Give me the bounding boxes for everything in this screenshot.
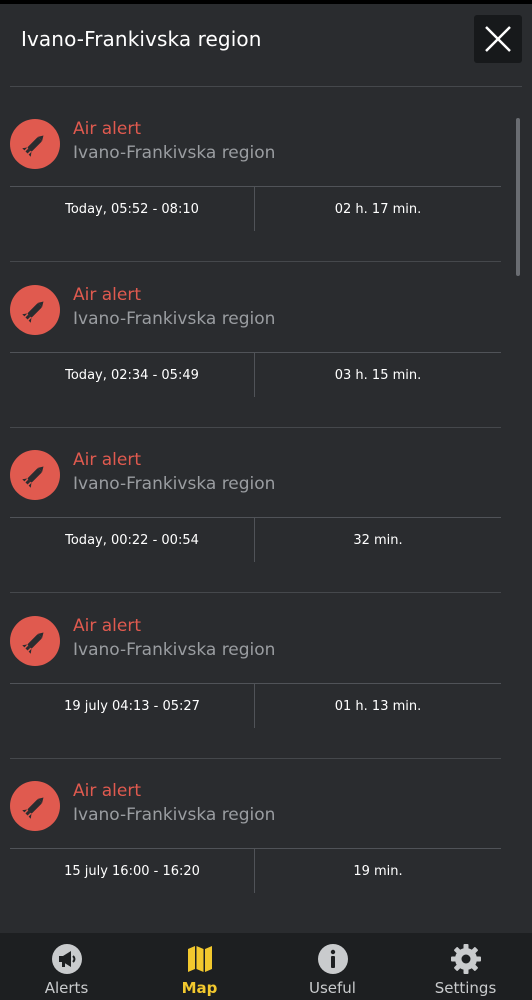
page-title: Ivano-Frankivska region bbox=[21, 27, 262, 51]
tab-label: Map bbox=[181, 979, 218, 997]
tab-label: Alerts bbox=[44, 979, 89, 997]
missile-icon bbox=[22, 797, 44, 819]
alert-time: 19 july 04:13 - 05:27 bbox=[64, 699, 200, 714]
alert-title: Air alert bbox=[73, 450, 141, 470]
alert-duration: 02 h. 17 min. bbox=[334, 202, 422, 217]
alert-time: Today, 02:34 - 05:49 bbox=[65, 368, 199, 383]
missile-icon bbox=[22, 301, 44, 323]
alert-avatar bbox=[10, 285, 60, 335]
divider bbox=[10, 186, 501, 187]
tab-map[interactable]: Map bbox=[133, 933, 266, 1000]
list-item[interactable]: Air alert Ivano-Frankivska region Today,… bbox=[10, 418, 501, 593]
alert-title: Air alert bbox=[73, 285, 141, 305]
alert-time: Today, 05:52 - 08:10 bbox=[65, 202, 199, 217]
alert-time: 15 july 16:00 - 16:20 bbox=[64, 864, 200, 879]
list-item[interactable]: Air alert Ivano-Frankivska region 19 jul… bbox=[10, 584, 501, 759]
missile-icon bbox=[22, 632, 44, 654]
missile-icon bbox=[22, 466, 44, 488]
divider bbox=[10, 683, 501, 684]
alert-duration: 32 min. bbox=[353, 533, 403, 548]
alert-title: Air alert bbox=[73, 781, 141, 801]
divider bbox=[10, 517, 501, 518]
alert-duration: 19 min. bbox=[353, 864, 403, 879]
list-item[interactable]: Air alert Ivano-Frankivska region Today,… bbox=[10, 253, 501, 428]
alert-region: Ivano-Frankivska region bbox=[73, 640, 276, 660]
alert-title: Air alert bbox=[73, 616, 141, 636]
alert-title: Air alert bbox=[73, 119, 141, 139]
alert-duration: 03 h. 15 min. bbox=[334, 368, 422, 383]
alert-time: Today, 00:22 - 00:54 bbox=[65, 533, 199, 548]
tab-alerts[interactable]: Alerts bbox=[0, 933, 133, 1000]
divider bbox=[10, 352, 501, 353]
alert-avatar bbox=[10, 119, 60, 169]
tab-label: Settings bbox=[434, 979, 497, 997]
alert-avatar bbox=[10, 781, 60, 831]
list-item[interactable]: Air alert Ivano-Frankivska region 15 jul… bbox=[10, 749, 501, 915]
alert-avatar bbox=[10, 450, 60, 500]
scrollbar[interactable] bbox=[516, 118, 520, 276]
tab-useful[interactable]: Useful bbox=[266, 933, 399, 1000]
alert-region: Ivano-Frankivska region bbox=[73, 309, 276, 329]
missile-icon bbox=[22, 135, 44, 157]
gear-icon bbox=[450, 944, 481, 974]
megaphone-icon bbox=[51, 944, 82, 974]
tab-settings[interactable]: Settings bbox=[399, 933, 532, 1000]
list-item[interactable]: Air alert Ivano-Frankivska region Today,… bbox=[10, 87, 501, 262]
bottom-nav: Alerts Map Useful Settings bbox=[0, 933, 532, 1000]
close-icon bbox=[485, 26, 511, 52]
tab-label: Useful bbox=[309, 979, 356, 997]
alert-region: Ivano-Frankivska region bbox=[73, 474, 276, 494]
alert-list[interactable]: Air alert Ivano-Frankivska region Today,… bbox=[0, 87, 532, 933]
info-icon bbox=[317, 944, 348, 974]
map-icon bbox=[187, 946, 212, 972]
alert-duration: 01 h. 13 min. bbox=[334, 699, 422, 714]
alert-region: Ivano-Frankivska region bbox=[73, 143, 276, 163]
alert-region: Ivano-Frankivska region bbox=[73, 805, 276, 825]
alert-avatar bbox=[10, 616, 60, 666]
close-button[interactable] bbox=[474, 15, 522, 63]
header: Ivano-Frankivska region bbox=[0, 4, 532, 80]
divider bbox=[10, 848, 501, 849]
